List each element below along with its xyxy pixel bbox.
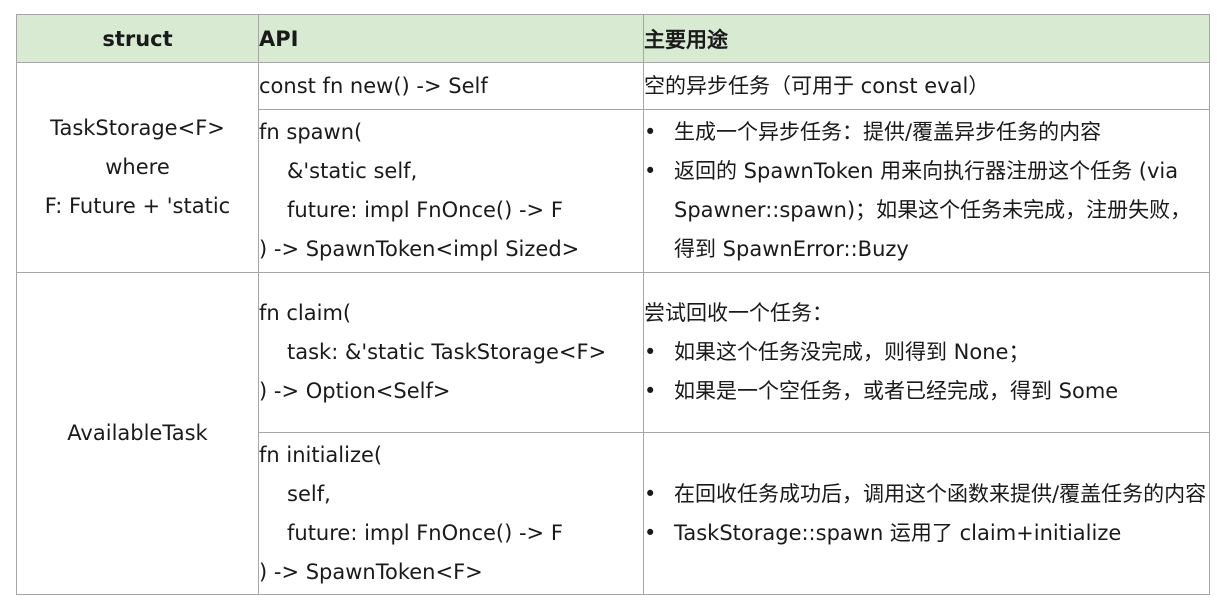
list-item: 如果是一个空任务，或者已经完成，得到 Some bbox=[644, 372, 1209, 411]
struct-name-line: F: Future + 'static bbox=[44, 194, 231, 218]
usage-new: 空的异步任务（可用于 const eval） bbox=[643, 62, 1210, 110]
usage-list: 生成一个异步任务：提供/覆盖异步任务的内容 返回的 SpawnToken 用来向… bbox=[644, 113, 1209, 269]
signature-line: task: &'static TaskStorage<F> bbox=[287, 340, 607, 364]
signature-line: fn initialize( bbox=[259, 442, 383, 467]
signature-line: ) -> SpawnToken<impl Sized> bbox=[259, 237, 580, 261]
list-item: 如果这个任务没完成，则得到 None； bbox=[644, 333, 1209, 372]
signature-line: self, bbox=[287, 481, 331, 506]
list-item: 返回的 SpawnToken 用来向执行器注册这个任务 (via Spawner… bbox=[644, 152, 1209, 269]
signature-line: future: impl FnOnce() -> F bbox=[287, 520, 563, 545]
usage-initialize: 在回收任务成功后，调用这个函数来提供/覆盖任务的内容 TaskStorage::… bbox=[643, 432, 1210, 595]
signature-line: &'static self, bbox=[287, 159, 418, 183]
struct-task-storage: TaskStorage<F> where F: Future + 'static bbox=[16, 62, 259, 273]
table-row: TaskStorage<F> where F: Future + 'static… bbox=[16, 62, 1210, 273]
signature-line: ) -> SpawnToken<F> bbox=[259, 559, 483, 584]
signature-line: fn spawn( bbox=[259, 120, 363, 144]
struct-name-line: where bbox=[105, 155, 170, 179]
header-api: API bbox=[258, 14, 644, 63]
table-row: AvailableTask fn claim( task: &'static T… bbox=[16, 272, 1210, 595]
signature-line: fn claim( bbox=[259, 301, 352, 325]
struct-name-line: TaskStorage<F> bbox=[50, 116, 225, 140]
api-new: const fn new() -> Self bbox=[258, 62, 644, 110]
header-struct: struct bbox=[16, 14, 259, 63]
list-item: 在回收任务成功后，调用这个函数来提供/覆盖任务的内容 bbox=[644, 475, 1209, 514]
signature-line: ) -> Option<Self> bbox=[259, 379, 451, 403]
usage-list: 如果这个任务没完成，则得到 None； 如果是一个空任务，或者已经完成，得到 S… bbox=[644, 333, 1209, 411]
struct-available-task: AvailableTask bbox=[16, 272, 259, 595]
usage-intro: 尝试回收一个任务： bbox=[644, 301, 833, 325]
usage-claim: 尝试回收一个任务： 如果这个任务没完成，则得到 None； 如果是一个空任务，或… bbox=[643, 272, 1210, 433]
api-initialize: fn initialize( self, future: impl FnOnce… bbox=[258, 432, 644, 595]
usage-list: 在回收任务成功后，调用这个函数来提供/覆盖任务的内容 TaskStorage::… bbox=[644, 475, 1209, 553]
header-row: struct API 主要用途 bbox=[16, 14, 1210, 63]
signature-line: future: impl FnOnce() -> F bbox=[287, 198, 563, 222]
api-claim: fn claim( task: &'static TaskStorage<F> … bbox=[258, 272, 644, 433]
list-item: 生成一个异步任务：提供/覆盖异步任务的内容 bbox=[644, 113, 1209, 152]
api-spawn: fn spawn( &'static self, future: impl Fn… bbox=[258, 109, 644, 273]
api-table: struct API 主要用途 TaskStorage<F> where F: … bbox=[16, 14, 1210, 595]
usage-spawn: 生成一个异步任务：提供/覆盖异步任务的内容 返回的 SpawnToken 用来向… bbox=[643, 109, 1210, 273]
header-usage: 主要用途 bbox=[643, 14, 1210, 63]
list-item: TaskStorage::spawn 运用了 claim+initialize bbox=[644, 514, 1209, 553]
